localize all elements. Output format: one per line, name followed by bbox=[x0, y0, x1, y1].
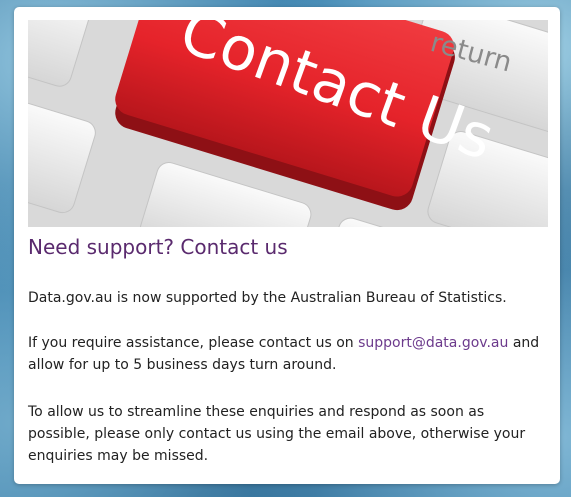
streamline-notice-text: To allow us to streamline these enquirie… bbox=[28, 404, 526, 464]
contact-us-keyboard-image: return Contact Us bbox=[28, 20, 548, 227]
page-title: Need support? Contact us bbox=[28, 235, 288, 259]
support-card: return Contact Us Need support? Contact … bbox=[14, 7, 560, 484]
support-notice-text: Data.gov.au is now supported by the Aust… bbox=[28, 290, 507, 306]
assistance-text-start: If you require assistance, please contac… bbox=[28, 335, 359, 351]
support-email-link[interactable]: support@data.gov.au bbox=[358, 335, 508, 351]
assistance-text: If you require assistance, please contac… bbox=[28, 332, 548, 376]
